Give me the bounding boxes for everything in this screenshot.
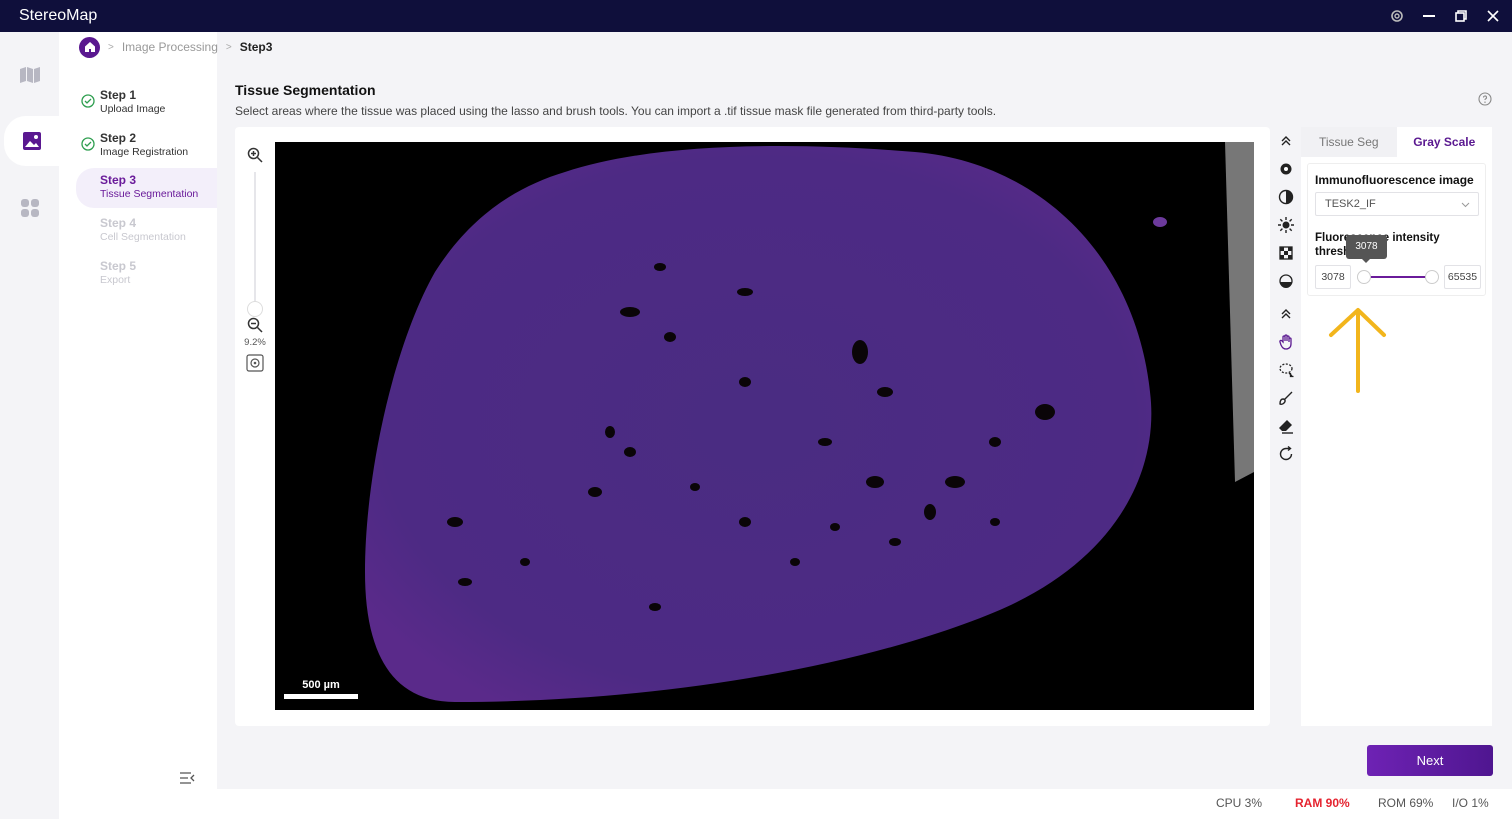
- step-subtitle: Tissue Segmentation: [100, 188, 199, 200]
- tab-gray-scale[interactable]: Gray Scale: [1396, 127, 1492, 157]
- threshold-label: Fluorescence intensity threshold: [1315, 232, 1440, 258]
- threshold-min-input[interactable]: 3078: [1315, 265, 1351, 289]
- step-subtitle: Image Registration: [100, 146, 189, 158]
- title-bar: StereoMap: [0, 0, 1512, 32]
- contrast-icon[interactable]: [1277, 188, 1295, 206]
- page-description: Select areas where the tissue was placed…: [235, 104, 997, 118]
- gray-scale-card: Immunofluorescence image TESK2_IF Fluore…: [1307, 163, 1486, 296]
- step-subtitle: Cell Segmentation: [100, 231, 186, 243]
- next-button[interactable]: Next: [1367, 745, 1493, 776]
- brush-icon[interactable]: [1277, 389, 1295, 407]
- breadcrumb-separator: >: [108, 41, 114, 53]
- step-subtitle: Export: [100, 274, 131, 286]
- image-select-value: TESK2_IF: [1325, 198, 1376, 210]
- step-3[interactable]: Step 3 Tissue Segmentation: [76, 168, 217, 208]
- tool-column: [1271, 127, 1301, 467]
- zoom-in-icon[interactable]: [247, 147, 263, 163]
- nav-apps[interactable]: [0, 183, 59, 233]
- close-icon[interactable]: [1486, 9, 1500, 23]
- io-usage: I/O 1%: [1452, 796, 1489, 810]
- brightness-icon[interactable]: [1277, 216, 1295, 234]
- step-title: Step 2: [100, 131, 137, 145]
- help-icon[interactable]: [1478, 92, 1492, 106]
- zoom-out-icon[interactable]: [247, 317, 263, 333]
- collapse-up-icon[interactable]: [1277, 305, 1295, 323]
- breadcrumb-current: Step3: [239, 40, 273, 54]
- zoom-slider-track[interactable]: [254, 172, 256, 307]
- nav-image-processing[interactable]: [4, 116, 59, 166]
- lasso-icon[interactable]: [1277, 361, 1295, 379]
- step-title: Step 3: [100, 173, 137, 187]
- nav-map[interactable]: [0, 50, 59, 100]
- threshold-slider-max-handle[interactable]: [1425, 270, 1439, 284]
- step-2[interactable]: Step 2 Image Registration: [77, 128, 217, 168]
- tissue-image[interactable]: 500 µm: [275, 142, 1254, 710]
- panel-tabs: Tissue Seg Gray Scale: [1301, 127, 1492, 157]
- chevron-down-icon: [1461, 202, 1470, 208]
- map-icon: [19, 67, 40, 83]
- scale-bar-label: 500 µm: [302, 679, 340, 691]
- step-subtitle: Upload Image: [100, 103, 166, 115]
- step-title: Step 4: [100, 216, 137, 230]
- checker-icon[interactable]: [1277, 244, 1295, 262]
- minimize-icon[interactable]: [1422, 9, 1436, 23]
- image-viewer-card: 9.2% 500 µm: [235, 127, 1270, 726]
- breadcrumb: > Image Processing > Step3: [79, 36, 272, 58]
- zoom-level: 9.2%: [244, 337, 266, 348]
- eraser-icon[interactable]: [1277, 417, 1295, 435]
- window-controls: [1390, 0, 1500, 32]
- hand-icon[interactable]: [1277, 333, 1295, 351]
- drop-icon[interactable]: [1277, 272, 1295, 290]
- scale-bar-line: [284, 694, 358, 699]
- tab-tissue-seg[interactable]: Tissue Seg: [1301, 127, 1397, 157]
- grid-icon: [20, 199, 39, 217]
- step-title: Step 1: [100, 88, 137, 102]
- breadcrumb-separator: >: [225, 41, 232, 53]
- collapse-up-icon[interactable]: [1277, 132, 1295, 150]
- check-icon: [81, 137, 95, 151]
- cpu-usage: CPU 3%: [1216, 796, 1263, 810]
- adjust-settings-icon[interactable]: [1277, 160, 1295, 178]
- step-title: Step 5: [100, 259, 137, 273]
- locate-icon[interactable]: [246, 354, 264, 372]
- collapse-sidebar-icon[interactable]: [179, 770, 195, 786]
- left-nav: [0, 32, 59, 819]
- rom-usage: ROM 69%: [1378, 796, 1434, 810]
- breadcrumb-item[interactable]: Image Processing: [122, 40, 218, 54]
- annotation-arrow-icon: [1329, 308, 1386, 393]
- right-panel: Tissue Seg Gray Scale Immunofluorescence…: [1301, 127, 1492, 726]
- page-title: Tissue Segmentation: [235, 82, 376, 98]
- image-icon: [22, 132, 41, 150]
- restore-icon[interactable]: [1454, 9, 1468, 23]
- status-bar: CPU 3% RAM 90% ROM 69% I/O 1%: [217, 789, 1512, 819]
- reset-icon[interactable]: [1277, 445, 1295, 463]
- image-select-label: Immunofluorescence image: [1315, 173, 1474, 187]
- steps-sidebar: Step 1 Upload Image Step 2 Image Registr…: [59, 32, 217, 819]
- step-5: Step 5 Export: [77, 256, 217, 296]
- threshold-max-input[interactable]: 65535: [1444, 265, 1481, 289]
- slider-tooltip: 3078: [1346, 235, 1387, 263]
- tissue-image-render: [365, 142, 1254, 703]
- step-1[interactable]: Step 1 Upload Image: [77, 85, 217, 125]
- settings-icon[interactable]: [1390, 9, 1404, 23]
- zoom-slider-handle[interactable]: [247, 301, 263, 317]
- home-icon[interactable]: [79, 36, 100, 58]
- threshold-slider-min-handle[interactable]: [1357, 270, 1371, 284]
- check-icon: [81, 94, 95, 108]
- ram-usage: RAM 90%: [1295, 796, 1350, 810]
- image-select[interactable]: TESK2_IF: [1315, 192, 1479, 216]
- app-title: StereoMap: [19, 7, 98, 24]
- step-4: Step 4 Cell Segmentation: [77, 213, 217, 253]
- scale-bar: 500 µm: [284, 677, 358, 701]
